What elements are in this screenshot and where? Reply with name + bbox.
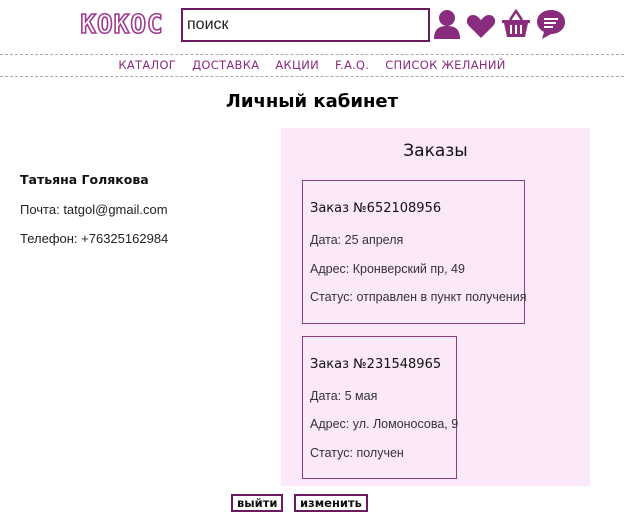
- user-name: Татьяна Голякова: [20, 172, 149, 187]
- nav-delivery[interactable]: ДОСТАВКА: [192, 58, 259, 72]
- order-number: Заказ №652108956: [310, 201, 442, 216]
- search-input[interactable]: [181, 8, 430, 42]
- order-number: Заказ №231548965: [310, 357, 442, 372]
- order-date: Дата: 25 апреля: [310, 233, 404, 247]
- logo-text: КОКОС: [80, 10, 163, 39]
- orders-panel: Заказы Заказ №652108956 Дата: 25 апреля …: [281, 128, 590, 486]
- order-status: Статус: отправлен в пункт получения: [310, 290, 527, 304]
- order-date: Дата: 5 мая: [310, 389, 378, 403]
- divider-bottom: [0, 76, 624, 77]
- user-icon[interactable]: [432, 8, 462, 40]
- nav-faq[interactable]: F.A.Q.: [335, 58, 369, 72]
- divider-top: [0, 54, 624, 55]
- chat-icon[interactable]: [536, 8, 566, 40]
- logout-button[interactable]: выйти: [231, 494, 284, 512]
- logo[interactable]: КОКОС: [66, 9, 178, 39]
- order-card[interactable]: Заказ №652108956 Дата: 25 апреля Адрес: …: [302, 180, 527, 324]
- nav-promotions[interactable]: АКЦИИ: [275, 58, 319, 72]
- order-address: Адрес: Кронверский пр, 49: [310, 262, 465, 276]
- page-title: Личный кабинет: [225, 91, 399, 112]
- basket-icon[interactable]: [501, 8, 531, 40]
- heart-icon[interactable]: [466, 10, 496, 42]
- header: КОКОС: [0, 0, 624, 52]
- orders-title: Заказы: [403, 141, 468, 161]
- user-email: Почта: tatgol@gmail.com: [20, 202, 168, 217]
- order-status: Статус: получен: [310, 446, 404, 460]
- order-card[interactable]: Заказ №231548965 Дата: 5 мая Адрес: ул. …: [302, 336, 459, 479]
- nav-wishlist[interactable]: СПИСОК ЖЕЛАНИЙ: [385, 58, 505, 72]
- order-address: Адрес: ул. Ломоносова, 9: [310, 417, 459, 431]
- main-nav: КАТАЛОГ ДОСТАВКА АКЦИИ F.A.Q. СПИСОК ЖЕЛ…: [0, 58, 624, 74]
- user-phone: Телефон: +76325162984: [20, 231, 169, 246]
- nav-catalog[interactable]: КАТАЛОГ: [118, 58, 176, 72]
- edit-button[interactable]: изменить: [294, 494, 368, 512]
